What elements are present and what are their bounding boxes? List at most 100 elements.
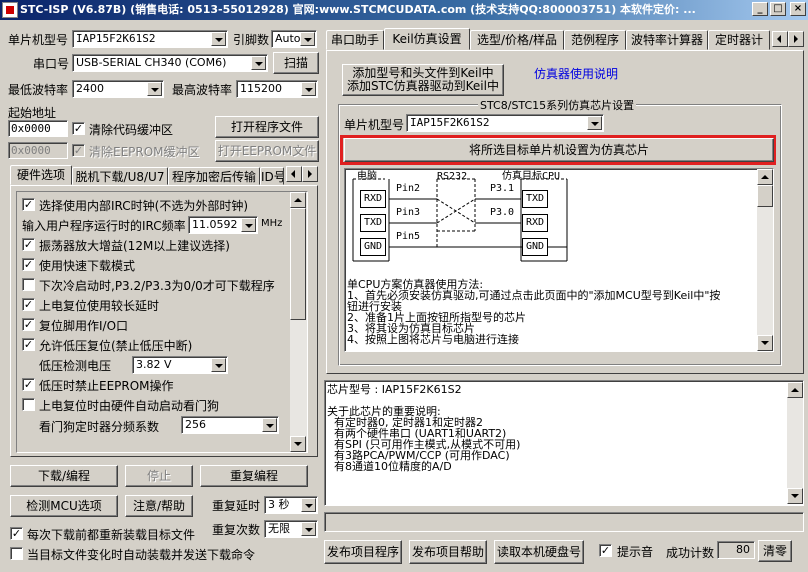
- beep-checkbox[interactable]: ✓: [599, 544, 612, 557]
- watchdog-prescaler-select[interactable]: 256: [181, 416, 279, 434]
- tab-scroll-left-icon[interactable]: [772, 31, 788, 47]
- chevron-down-icon[interactable]: [211, 358, 226, 372]
- auto-load-checkbox[interactable]: [10, 547, 23, 560]
- pc-pin-gnd: GND: [360, 238, 386, 256]
- chevron-down-icon[interactable]: [147, 82, 162, 96]
- mcu-type-select[interactable]: IAP15F2K61S2: [72, 30, 228, 48]
- clear-eeprom-checkbox: ✓: [72, 144, 85, 157]
- emu-mcu-type-select[interactable]: IAP15F2K61S2: [406, 114, 604, 132]
- detect-mcu-button[interactable]: 检测MCU选项: [10, 495, 118, 517]
- cold-start-p32-label: 下次冷启动时,P3.2/P3.3为0/0才可下载程序: [39, 279, 275, 293]
- download-button[interactable]: 下载/编程: [10, 465, 118, 487]
- scroll-up-icon[interactable]: [757, 169, 773, 185]
- emulator-help-link[interactable]: 仿真器使用说明: [534, 65, 618, 82]
- cpu-pin-rxd: RXD: [522, 214, 548, 232]
- hw-watchdog-checkbox[interactable]: [22, 398, 35, 411]
- tab-keil-emulation[interactable]: Keil仿真设置: [384, 28, 470, 50]
- scan-button[interactable]: 扫描: [273, 52, 319, 74]
- scroll-down-icon[interactable]: [290, 436, 306, 452]
- tab-encrypted-transfer[interactable]: 程序加密后传输: [168, 167, 260, 185]
- fast-download-label: 使用快速下载模式: [39, 259, 136, 273]
- watchdog-prescaler-label: 看门狗定时器分频系数: [39, 420, 160, 434]
- internal-irc-checkbox[interactable]: ✓: [22, 198, 35, 211]
- max-baud-select[interactable]: 115200: [236, 80, 318, 98]
- pin-count-select[interactable]: Auto: [271, 30, 317, 48]
- chevron-down-icon[interactable]: [262, 418, 277, 432]
- tab-offline-download[interactable]: 脱机下载/U8/U7: [72, 167, 168, 185]
- chevron-down-icon[interactable]: [587, 116, 602, 130]
- min-baud-select[interactable]: 2400: [72, 80, 164, 98]
- chevron-down-icon[interactable]: [241, 218, 256, 232]
- cold-start-p32-checkbox[interactable]: [22, 278, 35, 291]
- port-select[interactable]: USB-SERIAL CH340 (COM6): [72, 54, 268, 72]
- reprogram-button[interactable]: 重复编程: [200, 465, 308, 487]
- mid-pin5-label: Pin5: [396, 231, 421, 242]
- chevron-down-icon[interactable]: [300, 32, 315, 46]
- tab-scroll-right-icon[interactable]: [788, 31, 804, 47]
- add-keil-button[interactable]: 添加型号和头文件到Keil中 添加STC仿真器驱动到Keil中: [342, 64, 504, 96]
- emu-mcu-type-label: 单片机型号: [344, 118, 405, 132]
- open-eeprom-file-button: 打开EEPROM文件: [215, 140, 319, 162]
- tab-id-number[interactable]: ID号: [260, 167, 284, 185]
- publish-help-button[interactable]: 发布项目帮助: [409, 540, 487, 564]
- repeat-delay-label: 重复延时: [212, 499, 261, 513]
- eeprom-address-input: 0x0000: [8, 142, 68, 159]
- tab-hardware-options[interactable]: 硬件选项: [10, 165, 72, 185]
- repeat-delay-select[interactable]: 3 秒: [264, 496, 318, 514]
- mid-pin3-label: Pin3: [396, 207, 421, 218]
- tab-timer-calculator[interactable]: 定时器计: [708, 30, 770, 50]
- pc-pin-txd: TXD: [360, 214, 386, 232]
- scroll-up-icon[interactable]: [290, 192, 306, 208]
- close-button[interactable]: ×: [790, 2, 806, 16]
- chevron-down-icon[interactable]: [211, 32, 226, 46]
- tab-scroll-left-icon[interactable]: [286, 166, 302, 182]
- min-baud-label: 最低波特率: [8, 83, 69, 97]
- success-count-value: 80: [717, 541, 755, 559]
- auto-load-label: 当目标文件变化时自动装载并发送下载命令: [27, 548, 256, 562]
- instruction-line: 1、首先必须安装仿真驱动,可通过点击此页面中的"添加MCU型号到Keil中"按: [347, 289, 721, 302]
- publish-program-button[interactable]: 发布项目程序: [324, 540, 402, 564]
- open-program-file-button[interactable]: 打开程序文件: [215, 116, 319, 138]
- reload-target-checkbox[interactable]: ✓: [10, 527, 23, 540]
- tab-scroll-right-icon[interactable]: [302, 166, 318, 182]
- read-disk-id-button[interactable]: 读取本机硬盘号: [494, 540, 584, 564]
- clear-count-button[interactable]: 清零: [758, 540, 792, 562]
- low-voltage-reset-checkbox[interactable]: ✓: [22, 338, 35, 351]
- tab-baud-calculator[interactable]: 波特率计算器: [626, 30, 708, 50]
- maximize-button[interactable]: □: [770, 2, 786, 16]
- scroll-up-icon[interactable]: [787, 382, 803, 398]
- options-scroll-thumb[interactable]: [290, 208, 306, 320]
- mid-pin2-label: Pin2: [396, 183, 421, 194]
- code-address-input[interactable]: 0x0000: [8, 120, 68, 137]
- minimize-button[interactable]: _: [752, 2, 768, 16]
- chevron-down-icon[interactable]: [301, 82, 316, 96]
- hw-watchdog-label: 上电复位时由硬件自动启动看门狗: [39, 399, 220, 413]
- info-scroll-thumb[interactable]: [757, 185, 773, 207]
- help-button[interactable]: 注意/帮助: [125, 495, 193, 517]
- port-label: 串口号: [33, 57, 70, 71]
- window-title: STC-ISP (V6.87B) (销售电话: 0513-55012928) 官…: [20, 3, 696, 16]
- pc-pin-rxd: RXD: [360, 190, 386, 208]
- stop-button: 停止: [125, 465, 193, 487]
- beep-label: 提示音: [617, 545, 654, 559]
- scroll-down-icon[interactable]: [757, 335, 773, 351]
- low-voltage-eeprom-checkbox[interactable]: ✓: [22, 378, 35, 391]
- low-voltage-select[interactable]: 3.82 V: [132, 356, 228, 374]
- clear-code-checkbox[interactable]: ✓: [72, 122, 85, 135]
- scroll-down-icon[interactable]: [787, 488, 803, 504]
- repeat-count-select[interactable]: 无限: [264, 520, 318, 538]
- chip-info-scrollbar[interactable]: [787, 382, 803, 504]
- long-reset-delay-checkbox[interactable]: ✓: [22, 298, 35, 311]
- set-emulator-chip-button[interactable]: 将所选目标单片机设置为仿真芯片: [344, 138, 774, 162]
- tab-selection-price[interactable]: 选型/价格/样品: [470, 30, 564, 50]
- chevron-down-icon[interactable]: [251, 56, 266, 70]
- chevron-down-icon[interactable]: [301, 522, 316, 536]
- cpu-p31-label: P3.1: [490, 183, 515, 194]
- chevron-down-icon[interactable]: [301, 498, 316, 512]
- reset-pin-io-checkbox[interactable]: ✓: [22, 318, 35, 331]
- osc-gain-checkbox[interactable]: ✓: [22, 238, 35, 251]
- tab-serial-assistant[interactable]: 串口助手: [326, 30, 384, 50]
- tab-example-programs[interactable]: 范例程序: [564, 30, 626, 50]
- fast-download-checkbox[interactable]: ✓: [22, 258, 35, 271]
- irc-frequency-select[interactable]: 11.0592: [188, 216, 258, 234]
